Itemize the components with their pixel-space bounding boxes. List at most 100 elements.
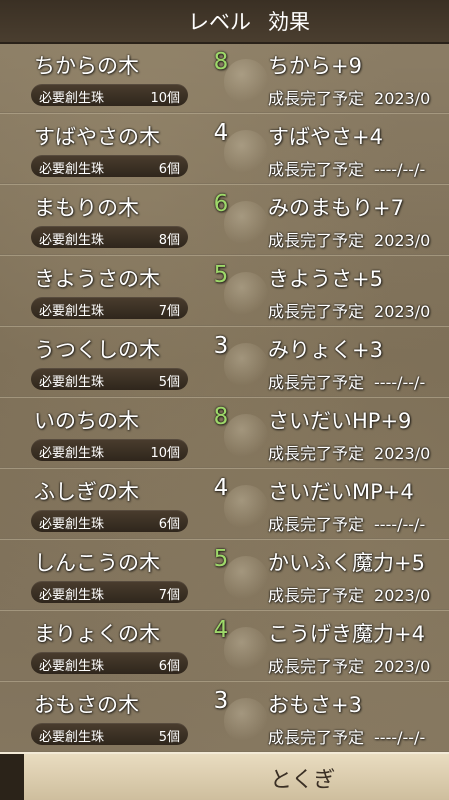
cost-badge: 必要創生珠 7個 <box>31 581 188 603</box>
growth-label: 成長完了予定 <box>268 231 365 250</box>
growth-label: 成長完了予定 <box>268 373 365 392</box>
tree-effect: すばやさ+4 <box>268 125 383 149</box>
tree-row[interactable]: すばやさの木 4 必要創生珠 6個 すばやさ+4 成長完了予定 ----/--/- <box>0 114 449 185</box>
tree-level: 3 <box>213 688 229 714</box>
growth-label: 成長完了予定 <box>268 728 365 747</box>
tree-name: ふしぎの木 <box>34 480 139 504</box>
cost-label: 必要創生珠 <box>39 446 105 461</box>
tree-row[interactable]: ちからの木 8 必要創生珠 10個 ちから+9 成長完了予定 2023/0 <box>0 43 449 114</box>
growth-schedule: 成長完了予定 2023/0 <box>268 440 430 464</box>
cost-value: 5個 <box>158 730 180 745</box>
tree-level: 3 <box>213 333 229 359</box>
growth-schedule: 成長完了予定 ----/--/- <box>268 369 425 393</box>
cost-badge: 必要創生珠 10個 <box>31 439 188 461</box>
column-header: レベル 効果 <box>0 0 449 44</box>
cost-label: 必要創生珠 <box>39 162 105 177</box>
cost-label: 必要創生珠 <box>39 730 105 745</box>
cost-value: 6個 <box>158 517 180 532</box>
tree-level: 8 <box>213 404 229 430</box>
tree-row[interactable]: まりょくの木 4 必要創生珠 6個 こうげき魔力+4 成長完了予定 2023/0 <box>0 611 449 682</box>
cost-value: 7個 <box>158 588 180 603</box>
growth-date: 2023/0 <box>374 231 431 250</box>
tree-effect: かいふく魔力+5 <box>268 551 425 575</box>
cost-badge: 必要創生珠 7個 <box>31 297 188 319</box>
cost-badge: 必要創生珠 5個 <box>31 368 188 390</box>
cost-label: 必要創生珠 <box>39 304 105 319</box>
growth-date: ----/--/- <box>374 728 426 747</box>
cost-value: 10個 <box>150 91 180 106</box>
cost-label: 必要創生珠 <box>39 517 105 532</box>
tree-name: まりょくの木 <box>34 622 160 646</box>
tree-row[interactable]: いのちの木 8 必要創生珠 10個 さいだいHP+9 成長完了予定 2023/0 <box>0 398 449 469</box>
tree-row[interactable]: うつくしの木 3 必要創生珠 5個 みりょく+3 成長完了予定 ----/--/- <box>0 327 449 398</box>
tree-row[interactable]: しんこうの木 5 必要創生珠 7個 かいふく魔力+5 成長完了予定 2023/0 <box>0 540 449 611</box>
tree-name: まもりの木 <box>34 196 139 220</box>
growth-schedule: 成長完了予定 2023/0 <box>268 298 430 322</box>
tree-row[interactable]: まもりの木 6 必要創生珠 8個 みのまもり+7 成長完了予定 2023/0 <box>0 185 449 256</box>
tree-effect: さいだいMP+4 <box>268 480 414 504</box>
cost-value: 6個 <box>158 162 180 177</box>
tree-name: しんこうの木 <box>34 551 160 575</box>
tree-effect: こうげき魔力+4 <box>268 622 425 646</box>
tree-effect: さいだいHP+9 <box>268 409 412 433</box>
cost-value: 7個 <box>158 304 180 319</box>
growth-date: 2023/0 <box>374 89 431 108</box>
growth-label: 成長完了予定 <box>268 515 365 534</box>
growth-label: 成長完了予定 <box>268 586 365 605</box>
tree-name: いのちの木 <box>34 409 139 433</box>
tree-name: すばやさの木 <box>34 125 160 149</box>
cost-label: 必要創生珠 <box>39 659 105 674</box>
cost-value: 8個 <box>158 233 180 248</box>
growth-date: 2023/0 <box>374 444 431 463</box>
cost-badge: 必要創生珠 5個 <box>31 723 188 745</box>
tree-effect: みのまもり+7 <box>268 196 404 220</box>
tree-level: 5 <box>213 262 229 288</box>
growth-date: ----/--/- <box>374 373 426 392</box>
tree-name: うつくしの木 <box>34 338 160 362</box>
tree-level: 5 <box>213 546 229 572</box>
cost-label: 必要創生珠 <box>39 91 105 106</box>
effect-column-label: 効果 <box>268 10 310 34</box>
tree-row[interactable]: ふしぎの木 4 必要創生珠 6個 さいだいMP+4 成長完了予定 ----/--/… <box>0 469 449 540</box>
growth-schedule: 成長完了予定 2023/0 <box>268 85 430 109</box>
tree-level: 4 <box>213 475 229 501</box>
cost-label: 必要創生珠 <box>39 375 105 390</box>
cost-label: 必要創生珠 <box>39 233 105 248</box>
growth-label: 成長完了予定 <box>268 444 365 463</box>
level-column-label: レベル <box>188 10 251 34</box>
growth-date: 2023/0 <box>374 302 431 321</box>
tree-row[interactable]: きようさの木 5 必要創生珠 7個 きようさ+5 成長完了予定 2023/0 <box>0 256 449 327</box>
growth-label: 成長完了予定 <box>268 657 365 676</box>
growth-date: ----/--/- <box>374 160 426 179</box>
growth-date: ----/--/- <box>374 515 426 534</box>
tree-row[interactable]: おもさの木 3 必要創生珠 5個 おもさ+3 成長完了予定 ----/--/- <box>0 682 449 753</box>
tree-effect: おもさ+3 <box>268 693 362 717</box>
growth-label: 成長完了予定 <box>268 89 365 108</box>
cost-badge: 必要創生珠 6個 <box>31 652 188 674</box>
growth-schedule: 成長完了予定 ----/--/- <box>268 724 425 748</box>
tree-level: 6 <box>213 191 229 217</box>
growth-date: 2023/0 <box>374 586 431 605</box>
growth-label: 成長完了予定 <box>268 302 365 321</box>
cost-badge: 必要創生珠 8個 <box>31 226 188 248</box>
tree-name: おもさの木 <box>34 693 139 717</box>
cost-value: 6個 <box>158 659 180 674</box>
bottom-edge <box>0 754 24 800</box>
tree-level: 8 <box>213 49 229 75</box>
growth-schedule: 成長完了予定 2023/0 <box>268 653 430 677</box>
growth-schedule: 成長完了予定 ----/--/- <box>268 156 425 180</box>
tree-effect: ちから+9 <box>268 54 362 78</box>
growth-schedule: 成長完了予定 ----/--/- <box>268 511 425 535</box>
cost-value: 10個 <box>150 446 180 461</box>
tree-growth-screen: レベル 効果 ちからの木 8 必要創生珠 10個 ちから+9 成長完了予定 202… <box>0 0 449 800</box>
tree-name: きようさの木 <box>34 267 160 291</box>
cost-value: 5個 <box>158 375 180 390</box>
skills-tab[interactable]: とくぎ <box>0 752 449 800</box>
tree-effect: みりょく+3 <box>268 338 383 362</box>
skills-tab-label: とくぎ <box>270 768 336 793</box>
growth-label: 成長完了予定 <box>268 160 365 179</box>
cost-badge: 必要創生珠 6個 <box>31 155 188 177</box>
growth-schedule: 成長完了予定 2023/0 <box>268 582 430 606</box>
growth-schedule: 成長完了予定 2023/0 <box>268 227 430 251</box>
cost-badge: 必要創生珠 10個 <box>31 84 188 106</box>
